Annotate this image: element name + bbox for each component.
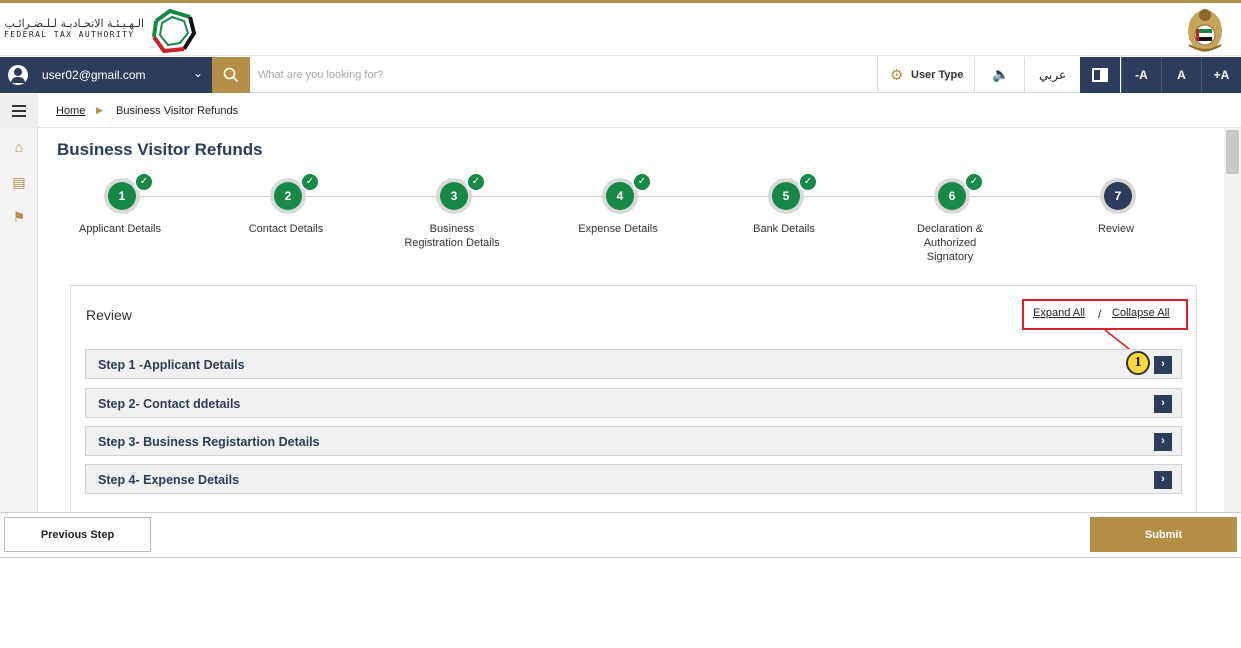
contrast-toggle[interactable] <box>1080 57 1120 93</box>
chevron-right-icon[interactable]: › <box>1154 395 1172 413</box>
font-normal-label: A <box>1177 68 1186 82</box>
user-email: user02@gmail.com <box>42 68 146 82</box>
step-label: Business Registration Details <box>404 223 500 249</box>
logo-english-text: FEDERAL TAX AUTHORITY <box>4 30 135 39</box>
user-menu[interactable]: user02@gmail.com ⌄ <box>0 57 212 93</box>
chevron-down-icon[interactable]: ⌄ <box>193 66 203 80</box>
step-label: Bank Details <box>753 223 815 235</box>
previous-step-button[interactable]: Previous Step <box>4 517 151 552</box>
scrollbar-track[interactable] <box>1224 128 1241 512</box>
search-icon <box>223 67 239 83</box>
submit-button[interactable]: Submit <box>1090 517 1237 552</box>
bank-icon[interactable]: ⚑ <box>11 209 27 225</box>
logo-bar: الـهـيـئـة الاتحـاديـة لـلـضـرائـب FEDER… <box>0 3 1241 56</box>
expand-all-link[interactable]: Expand All <box>1033 307 1085 319</box>
breadcrumb-arrow-icon: ▶ <box>96 105 103 115</box>
footer-bar <box>0 512 1241 558</box>
home-icon[interactable]: ⌂ <box>11 139 27 155</box>
review-title: Review <box>86 307 132 323</box>
search-button[interactable] <box>212 57 250 93</box>
contrast-icon <box>1092 68 1108 82</box>
logo-arabic-text: الـهـيـئـة الاتحـاديـة لـلـضـرائـب <box>4 17 144 30</box>
callout-number-badge: 1 <box>1126 351 1150 375</box>
font-increase-button[interactable]: +A <box>1201 57 1241 93</box>
chevron-right-icon[interactable]: › <box>1154 433 1172 451</box>
step-label: Declaration & Authorized Signatory <box>916 223 984 263</box>
scrollbar-thumb[interactable] <box>1226 130 1239 174</box>
step-number: 2 <box>274 182 302 210</box>
breadcrumb-current: Business Visitor Refunds <box>116 105 239 117</box>
breadcrumb: Home ▶ Business Visitor Refunds <box>38 94 1241 128</box>
font-increase-label: +A <box>1213 68 1230 82</box>
collapse-all-link[interactable]: Collapse All <box>1112 307 1169 319</box>
step-number: 1 <box>108 182 136 210</box>
accordion-step-1[interactable]: Step 1 -Applicant Details › <box>85 349 1182 379</box>
chevron-right-icon[interactable]: › <box>1154 356 1172 374</box>
page-title: Business Visitor Refunds <box>57 140 263 159</box>
font-decrease-label: -A <box>1135 68 1148 82</box>
checkmark-icon: ✓ <box>134 172 154 192</box>
step-circle: 7 <box>1100 178 1136 214</box>
accordion-label: Step 2- Contact ddetails <box>98 397 241 411</box>
step-number: 4 <box>606 182 634 210</box>
uae-emblem-icon <box>1188 9 1222 52</box>
top-nav-bar: user02@gmail.com ⌄ ⚙ User Type 🔈 عربي -A… <box>0 57 1241 93</box>
accordion-label: Step 4- Expense Details <box>98 473 240 487</box>
hamburger-menu-icon[interactable] <box>12 105 26 117</box>
checkmark-icon: ✓ <box>964 172 984 192</box>
step-number: 5 <box>772 182 800 210</box>
arabic-label: عربي <box>1039 68 1067 82</box>
step-label: Applicant Details <box>79 223 161 235</box>
font-decrease-button[interactable]: -A <box>1121 57 1161 93</box>
step-number: 7 <box>1104 182 1132 210</box>
user-type-label: User Type <box>911 69 964 81</box>
fta-logo-icon <box>152 8 196 53</box>
accordion-step-4[interactable]: Step 4- Expense Details › <box>85 464 1182 494</box>
accordion-step-2[interactable]: Step 2- Contact ddetails › <box>85 388 1182 418</box>
text-to-speech-button[interactable]: 🔈 <box>974 57 1024 93</box>
breadcrumb-home-link[interactable]: Home <box>56 105 85 117</box>
accordion-label: Step 3- Business Registartion Details <box>98 435 320 449</box>
font-normal-button[interactable]: A <box>1161 57 1201 93</box>
search-input[interactable] <box>258 63 858 87</box>
accordion-label: Step 1 -Applicant Details <box>98 358 245 372</box>
step-number: 6 <box>938 182 966 210</box>
gear-icon: ⚙ <box>890 67 904 84</box>
step-label: Review <box>1097 223 1135 235</box>
user-type-button[interactable]: ⚙ User Type <box>877 57 974 93</box>
checkmark-icon: ✓ <box>632 172 652 192</box>
clipboard-icon[interactable]: ▤ <box>11 174 27 190</box>
accordion-step-3[interactable]: Step 3- Business Registartion Details › <box>85 426 1182 456</box>
link-separator: / <box>1098 307 1102 321</box>
checkmark-icon: ✓ <box>466 172 486 192</box>
checkmark-icon: ✓ <box>798 172 818 192</box>
left-sidebar <box>0 94 38 512</box>
step-label: Contact Details <box>248 223 324 235</box>
speaker-icon: 🔈 <box>992 66 1010 82</box>
language-toggle[interactable]: عربي <box>1024 57 1078 93</box>
step-label: Expense Details <box>578 223 658 235</box>
checkmark-icon: ✓ <box>300 172 320 192</box>
user-avatar-icon <box>8 65 28 85</box>
step-number: 3 <box>440 182 468 210</box>
chevron-right-icon[interactable]: › <box>1154 471 1172 489</box>
